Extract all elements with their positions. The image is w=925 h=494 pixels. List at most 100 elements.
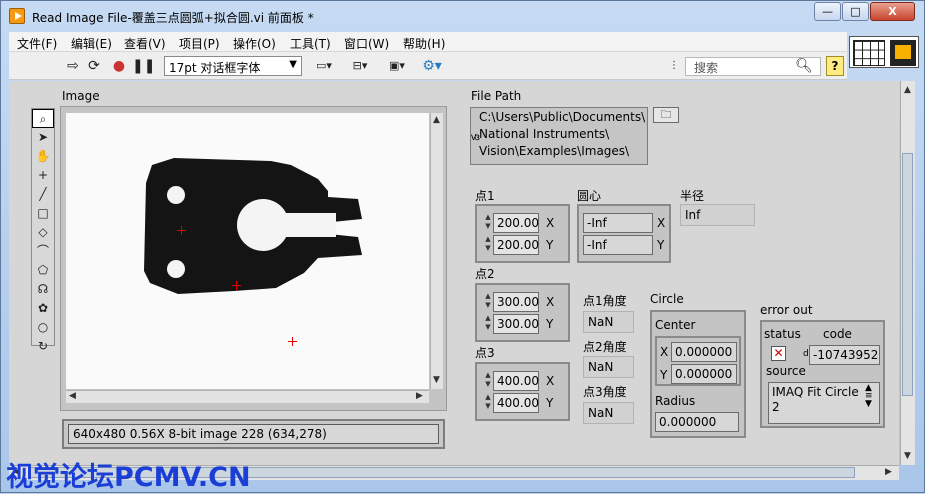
search-options-icon[interactable]: ⋮: [669, 58, 679, 74]
point3-y-incdec-icon[interactable]: ▲ ▼: [484, 393, 492, 413]
point2-y-input[interactable]: 300.00: [493, 314, 539, 334]
point3-x-axis: X: [546, 374, 555, 388]
point3-label: 点3: [475, 346, 495, 360]
radix-icon: d: [803, 349, 809, 359]
menu-file[interactable]: 文件(F): [17, 35, 57, 52]
menu-tools[interactable]: 工具(T): [290, 35, 331, 52]
menu-project[interactable]: 项目(P): [179, 35, 220, 52]
angle2-value: NaN: [583, 356, 634, 378]
search-icon[interactable]: 🔍︎: [795, 58, 813, 74]
point1-y-axis: Y: [546, 238, 554, 252]
distribute-objects-icon[interactable]: ⊟▾: [347, 58, 373, 74]
free-region-tool-icon[interactable]: ↻: [32, 337, 54, 356]
point1-label: 点1: [475, 189, 495, 203]
radius-value: Inf: [680, 204, 755, 226]
window-title: Read Image File-覆盖三点圆弧+拟合圆.vi 前面板 *: [32, 11, 314, 25]
path-type-icon: ꟃ: [471, 132, 480, 143]
error-status-label: status: [764, 327, 801, 341]
close-button[interactable]: X: [870, 2, 915, 21]
rectangle-tool-icon[interactable]: □: [32, 204, 54, 223]
labview-icon: [9, 8, 25, 24]
image-display[interactable]: [66, 113, 429, 389]
vi-connector-pane[interactable]: [849, 36, 919, 68]
center-label: 圆心: [577, 189, 602, 203]
pause-icon[interactable]: ❚❚: [132, 58, 155, 74]
file-path-label: File Path: [471, 89, 522, 103]
run-continuously-icon[interactable]: ⟳: [85, 58, 103, 74]
image-vertical-scrollbar[interactable]: ▲ ▼: [430, 113, 443, 389]
error-code-label: code: [823, 327, 852, 341]
title-bar: Read Image File-覆盖三点圆弧+拟合圆.vi 前面板 * — □ …: [1, 1, 924, 31]
annulus-tool-icon[interactable]: ☊: [32, 280, 54, 299]
pan-tool-icon[interactable]: ✋: [32, 147, 54, 166]
image-info-text: 640x480 0.56X 8-bit image 228 (634,278): [68, 424, 439, 444]
point2-x-input[interactable]: 300.00: [493, 292, 539, 312]
menu-operate[interactable]: 操作(O): [233, 35, 276, 52]
scroll-up-icon[interactable]: ▲: [904, 85, 911, 95]
reorder-icon[interactable]: ⚙▾: [419, 58, 445, 74]
file-path-line: National Instruments\: [479, 127, 610, 141]
point3-y-input[interactable]: 400.00: [493, 393, 539, 413]
vi-icon: [890, 40, 916, 66]
font-select[interactable]: 17pt 对话框字体 ▼: [164, 56, 302, 76]
center-x-axis: X: [657, 216, 666, 230]
point1-y-incdec-icon[interactable]: ▲ ▼: [484, 235, 492, 255]
watermark: 视觉论坛PCMV.CN: [6, 462, 251, 493]
line-tool-icon[interactable]: ╱: [32, 185, 54, 204]
menu-help[interactable]: 帮助(H): [403, 35, 445, 52]
align-objects-icon[interactable]: ▭▾: [311, 58, 337, 74]
point3-marker: [288, 337, 297, 346]
scroll-down-icon[interactable]: ▼: [433, 375, 440, 385]
point2-x-incdec-icon[interactable]: ▲ ▼: [484, 292, 492, 312]
point-tool-icon[interactable]: +: [32, 166, 54, 185]
point1-x-input[interactable]: 200.00: [493, 213, 539, 233]
broken-line-tool-icon[interactable]: ✿: [32, 299, 54, 318]
center-y-value: -Inf: [583, 235, 653, 255]
font-select-value: 17pt 对话框字体: [169, 61, 261, 75]
freehand-tool-icon[interactable]: ⬠: [32, 261, 54, 280]
scroll-up-icon[interactable]: ▲: [433, 115, 440, 125]
point1-y-input[interactable]: 200.00: [493, 235, 539, 255]
scroll-down-icon[interactable]: ▼: [904, 451, 911, 461]
context-help-button[interactable]: ?: [826, 56, 844, 76]
search-placeholder: 搜索: [694, 61, 719, 75]
chevron-down-icon: ▼: [289, 59, 297, 70]
circle-center-x-value: 0.000000: [671, 342, 737, 362]
circle-center-y-value: 0.000000: [671, 364, 737, 384]
menu-view[interactable]: 查看(V): [124, 35, 166, 52]
menu-window[interactable]: 窗口(W): [344, 35, 389, 52]
zoom-tool-icon[interactable]: ⌕: [32, 109, 54, 128]
browse-button[interactable]: 🗀: [653, 107, 679, 123]
image-canvas: [66, 113, 429, 389]
scroll-right-icon[interactable]: ▶: [416, 391, 423, 401]
pointer-tool-icon[interactable]: ➤: [32, 128, 54, 147]
point1-marker: [177, 226, 186, 235]
point1-x-incdec-icon[interactable]: ▲ ▼: [484, 213, 492, 233]
scroll-right-icon[interactable]: ▶: [885, 467, 892, 477]
angle3-label: 点3角度: [583, 385, 627, 399]
run-arrow-icon[interactable]: ⇨: [64, 58, 82, 74]
polygon-tool-icon[interactable]: ⌒: [32, 242, 54, 261]
point3-x-input[interactable]: 400.00: [493, 371, 539, 391]
source-scrollbar-icon[interactable]: ▲ ≡ ▼: [865, 384, 873, 409]
center-x-value: -Inf: [583, 213, 653, 233]
abort-icon[interactable]: ●: [110, 58, 128, 74]
file-path-line: Vision\Examples\Images\: [479, 144, 630, 158]
maximize-button[interactable]: □: [842, 2, 869, 21]
image-horizontal-scrollbar[interactable]: ◀ ▶: [66, 390, 429, 403]
toolbar: ⇨ ⟳ ● ❚❚ 17pt 对话框字体 ▼ ▭▾ ⊟▾ ▣▾ ⚙▾ ⋮ 搜索 🔍…: [9, 52, 847, 80]
circle-x-axis: X: [660, 345, 669, 359]
panel-vertical-scrollbar[interactable]: ▲ ▼: [900, 81, 915, 465]
image-label: Image: [62, 89, 100, 103]
file-path-control[interactable]: ꟃ C:\Users\Public\Documents\ National In…: [470, 107, 648, 165]
scroll-left-icon[interactable]: ◀: [69, 391, 76, 401]
scroll-thumb[interactable]: [902, 153, 913, 396]
menu-edit[interactable]: 编辑(E): [71, 35, 112, 52]
rotated-rect-tool-icon[interactable]: ◇: [32, 223, 54, 242]
point3-x-incdec-icon[interactable]: ▲ ▼: [484, 371, 492, 391]
oval-tool-icon[interactable]: ○: [32, 318, 54, 337]
minimize-button[interactable]: —: [814, 2, 841, 21]
angle1-label: 点1角度: [583, 294, 627, 308]
point2-y-incdec-icon[interactable]: ▲ ▼: [484, 314, 492, 334]
resize-objects-icon[interactable]: ▣▾: [384, 58, 410, 74]
